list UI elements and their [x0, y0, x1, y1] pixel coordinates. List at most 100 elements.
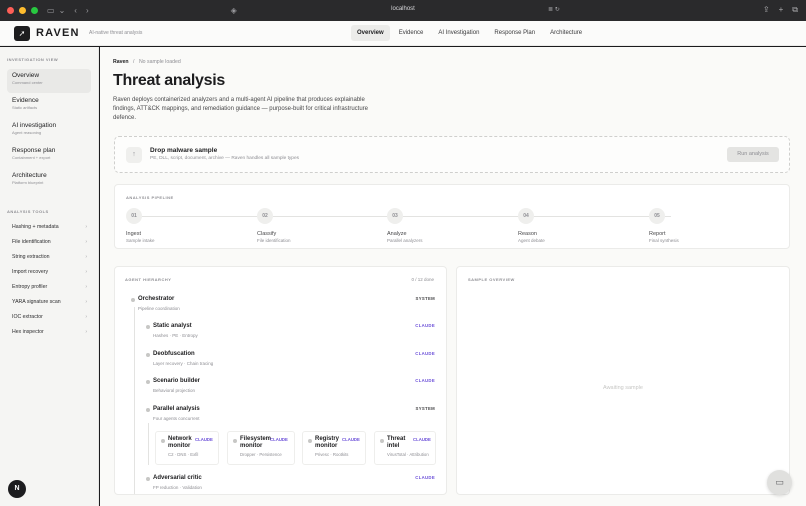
agent-desc: Four agents concurrent	[153, 416, 200, 421]
agent-desc: Privesc · Rootkits	[315, 452, 349, 457]
tool-label: File identification	[12, 239, 51, 245]
step-number: 01	[126, 208, 142, 224]
agent-registry-monitor[interactable]: Registry monitor CLAUDE Privesc · Rootki…	[302, 431, 366, 465]
tool-import-recovery[interactable]: Import recovery ›	[12, 269, 87, 275]
status-dot	[146, 477, 150, 481]
tool-label: Hashing + metadata	[12, 224, 59, 230]
sidebar-item-evidence[interactable]: Evidence Static artifacts	[7, 94, 91, 118]
sidebar-item-label: Response plan	[12, 147, 56, 154]
agent-tag: CLAUDE	[415, 323, 435, 328]
agent-desc: Behavioral projection	[153, 388, 196, 393]
share-icon[interactable]: ⇪	[763, 5, 770, 15]
agent-name: Scenario builder	[153, 378, 201, 384]
nav-overview[interactable]: Overview	[351, 25, 390, 41]
pipeline-label: ANALYSIS PIPELINE	[126, 195, 174, 200]
agent-name: Deobfuscation	[153, 351, 195, 357]
agent-tag: CLAUDE	[415, 378, 435, 383]
agent-name: Threat intel	[387, 436, 406, 449]
chevron-right-icon: ›	[85, 254, 87, 260]
breadcrumb: Raven / No sample loaded	[113, 59, 181, 65]
step-desc: Sample intake	[126, 238, 155, 243]
step-desc: Agent debate	[518, 238, 545, 243]
browser-toolbar: ▭ ⌄ ‹ › ◈ localhost ≣ ↻ ⇪ + ⧉	[0, 0, 806, 21]
step-number: 05	[649, 208, 665, 224]
sample-overview-card: SAMPLE OVERVIEW Awaiting sample	[456, 266, 790, 495]
agent-hierarchy-label: AGENT HIERARCHY	[125, 277, 172, 282]
tool-label: String extraction	[12, 254, 50, 260]
status-dot	[146, 380, 150, 384]
tree-connector	[134, 307, 135, 494]
agent-desc: Dropper · Persistence	[240, 452, 282, 457]
step-name: Analyze	[387, 231, 407, 237]
tool-hex-inspector[interactable]: Hex inspector ›	[12, 329, 87, 335]
breadcrumb-current: No sample loaded	[138, 59, 181, 65]
chevron-right-icon: ›	[85, 329, 87, 335]
tool-hashing[interactable]: Hashing + metadata ›	[12, 224, 87, 230]
sidebar-item-label: Overview	[12, 72, 40, 79]
analysis-pipeline-card: ANALYSIS PIPELINE 01 Ingest Sample intak…	[114, 184, 790, 249]
investigation-view-heading: INVESTIGATION VIEW	[7, 57, 59, 62]
tool-entropy-profiler[interactable]: Entropy profiler ›	[12, 284, 87, 290]
breadcrumb-root[interactable]: Raven	[113, 59, 129, 65]
sidebar-item-response-plan[interactable]: Response plan Containment + export	[7, 144, 91, 168]
address-bar[interactable]: localhost	[0, 6, 806, 12]
chevron-right-icon: ›	[85, 299, 87, 305]
status-dot	[146, 408, 150, 412]
agent-desc: VirusTotal · Attribution	[387, 452, 429, 457]
sidebar-item-sub: Static artifacts	[12, 105, 38, 110]
tool-label: YARA signature scan	[12, 299, 61, 305]
step-desc: Final synthesis	[649, 238, 679, 243]
upload-arrow-icon: ↑	[126, 147, 142, 163]
tool-yara-scan[interactable]: YARA signature scan ›	[12, 299, 87, 305]
nav-evidence[interactable]: Evidence	[393, 25, 430, 41]
agent-hierarchy-card: AGENT HIERARCHY 0 / 12 done Orchestrator…	[114, 266, 447, 495]
status-dot	[146, 353, 150, 357]
nav-ai-investigation[interactable]: AI Investigation	[432, 25, 485, 41]
agents-done-count: 0 / 12 done	[411, 277, 434, 282]
breadcrumb-separator: /	[133, 59, 135, 65]
reader-icon[interactable]: ≣ ↻	[548, 6, 560, 13]
agent-threat-intel[interactable]: Threat intel CLAUDE VirusTotal · Attribu…	[374, 431, 436, 465]
tabs-icon[interactable]: ⧉	[792, 5, 798, 15]
chevron-right-icon: ›	[85, 224, 87, 230]
step-desc: File identification	[257, 238, 291, 243]
chevron-right-icon: ›	[85, 284, 87, 290]
tool-file-identification[interactable]: File identification ›	[12, 239, 87, 245]
status-dot	[146, 325, 150, 329]
chevron-right-icon: ›	[85, 239, 87, 245]
status-dot	[380, 439, 384, 443]
nav-response-plan[interactable]: Response Plan	[488, 25, 541, 41]
sample-dropzone[interactable]: ↑ Drop malware sample PE, DLL, script, d…	[114, 136, 790, 173]
agent-name: Network monitor	[168, 436, 192, 449]
sidebar-item-overview[interactable]: Overview Command center	[7, 69, 91, 93]
dropzone-subtitle: PE, DLL, script, document, archive — Rav…	[150, 156, 300, 161]
agent-filesystem-monitor[interactable]: Filesystem monitor CLAUDE Dropper · Pers…	[227, 431, 295, 465]
pipeline-step-analyze: 03 Analyze Parallel analyzers	[387, 208, 423, 243]
assistant-launcher-button[interactable]: N	[8, 480, 26, 498]
sidebar-item-label: AI investigation	[12, 122, 57, 129]
top-nav: Overview Evidence AI Investigation Respo…	[351, 25, 588, 41]
tool-string-extraction[interactable]: String extraction ›	[12, 254, 87, 260]
step-number: 03	[387, 208, 403, 224]
agent-desc: FP reduction · Validation	[153, 485, 202, 490]
chat-icon[interactable]: ▭	[767, 470, 792, 495]
pipeline-step-classify: 02 Classify File identification	[257, 208, 291, 243]
analysis-tools-heading: ANALYSIS TOOLS	[7, 209, 49, 214]
sidebar-item-sub: Agent reasoning	[12, 130, 42, 135]
new-tab-icon[interactable]: +	[779, 5, 784, 15]
sidebar-item-ai-investigation[interactable]: AI investigation Agent reasoning	[7, 119, 91, 143]
raven-logo-icon[interactable]: ➚	[14, 26, 30, 41]
sample-overview-label: SAMPLE OVERVIEW	[468, 277, 515, 282]
app-name[interactable]: RAVEN	[36, 27, 80, 39]
agent-tag: CLAUDE	[195, 437, 213, 442]
agent-network-monitor[interactable]: Network monitor CLAUDE C2 · DNS · Exfil	[155, 431, 219, 465]
tool-label: Hex inspector	[12, 329, 44, 335]
sidebar-item-label: Architecture	[12, 172, 47, 179]
step-number: 04	[518, 208, 534, 224]
nav-architecture[interactable]: Architecture	[544, 25, 588, 41]
sidebar-item-architecture[interactable]: Architecture Platform blueprint	[7, 169, 91, 193]
run-analysis-button[interactable]: Run analysis	[727, 147, 779, 162]
tool-ioc-extractor[interactable]: IOC extractor ›	[12, 314, 87, 320]
main-content: Raven / No sample loaded Threat analysis…	[100, 47, 806, 506]
step-name: Ingest	[126, 231, 141, 237]
